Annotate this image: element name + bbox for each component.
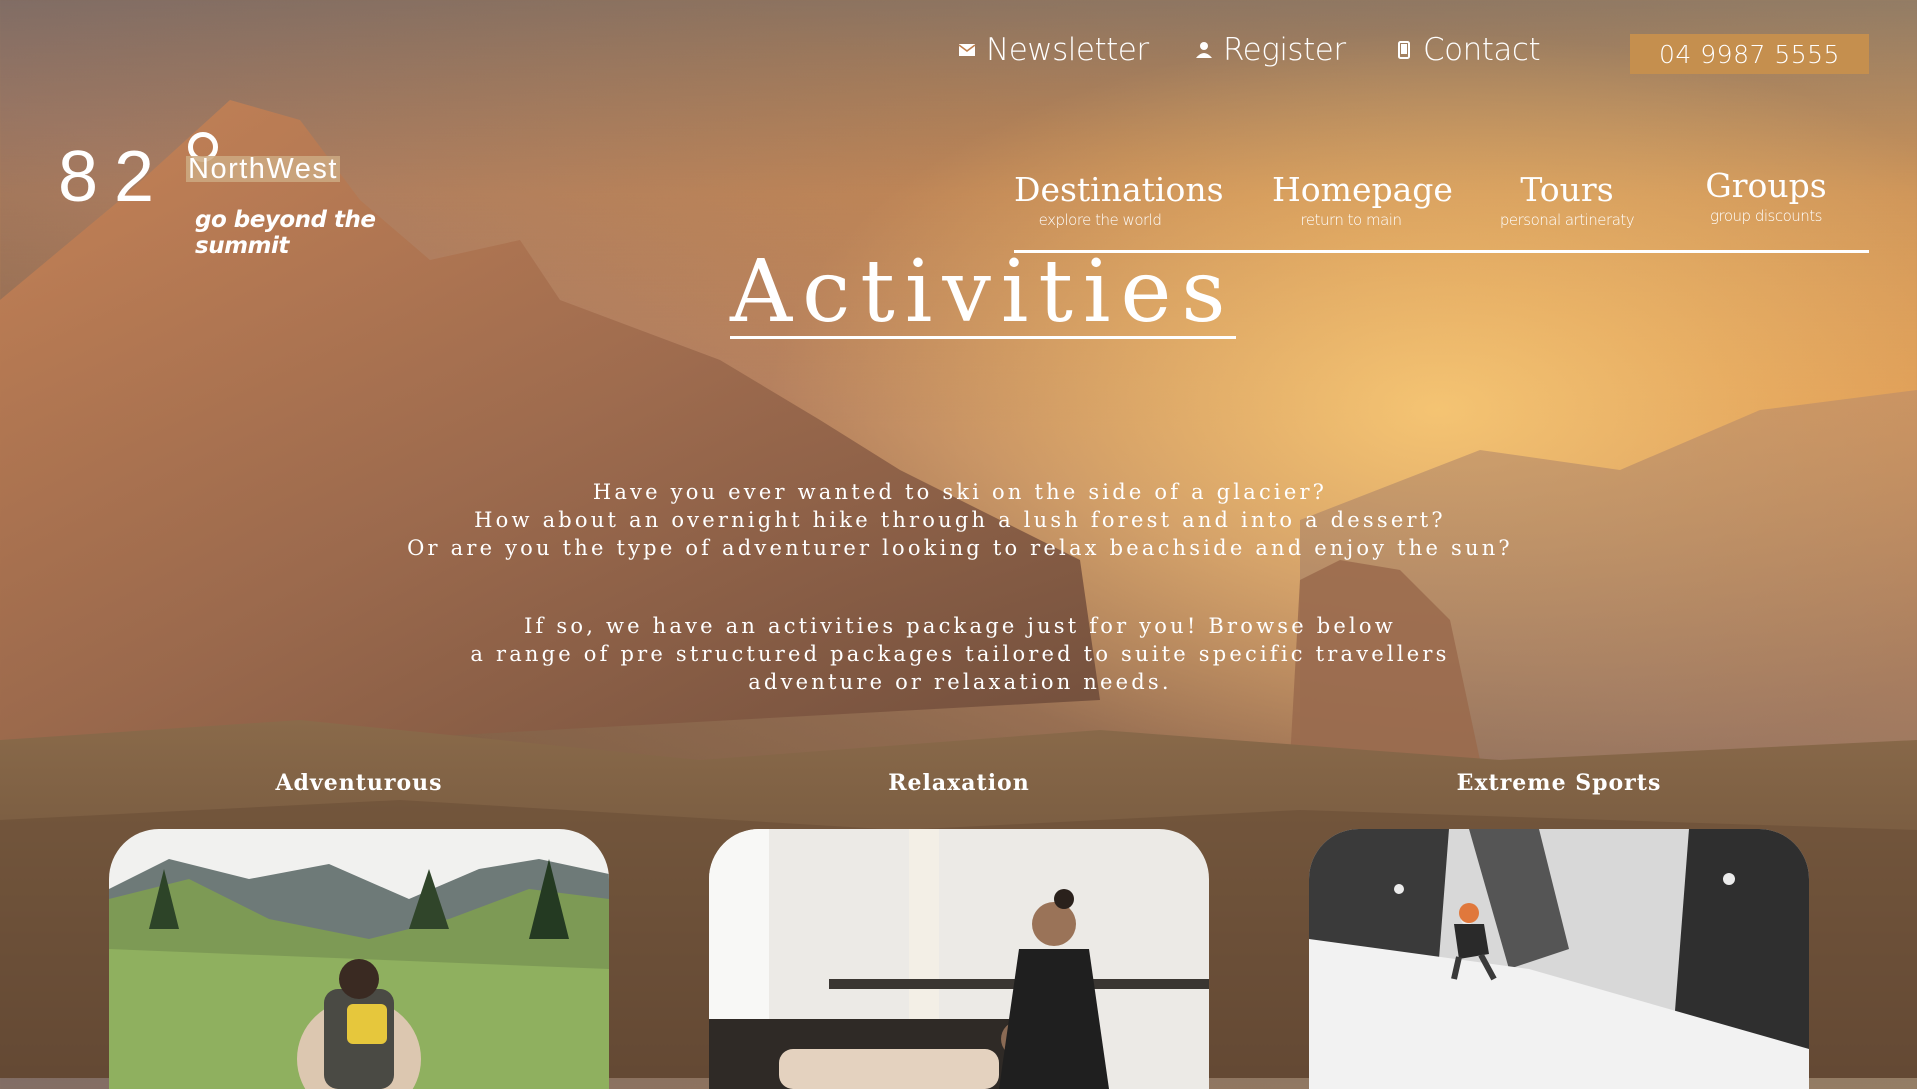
nav-homepage-title: Homepage: [1272, 170, 1453, 209]
nav-tours-title: Tours: [1520, 170, 1614, 209]
nav-destinations-title: Destinations: [1014, 170, 1224, 209]
logo-number: 82: [58, 137, 171, 217]
nav-homepage-subtitle: return to main: [1300, 211, 1402, 229]
hiker-image: [109, 829, 609, 1089]
relaxation-card[interactable]: [709, 829, 1209, 1089]
newsletter-label: Newsletter: [986, 32, 1149, 68]
nav-groups-subtitle: group discounts: [1710, 207, 1822, 225]
main-nav: Destinations explore the world Homepage …: [1014, 166, 1869, 253]
person-icon: [1196, 42, 1212, 58]
logo-tagline: go beyond the summit: [195, 207, 376, 259]
massage-image: [709, 829, 1209, 1089]
package-text: If so, we have an activities package jus…: [300, 612, 1620, 696]
intro-line: Have you ever wanted to ski on the side …: [592, 480, 1328, 504]
extreme-sports-card[interactable]: [1309, 829, 1809, 1089]
adventurous-card[interactable]: [109, 829, 609, 1089]
nav-homepage[interactable]: Homepage return to main: [1272, 170, 1453, 229]
phone-icon: [1398, 41, 1410, 59]
nav-groups-title: Groups: [1705, 166, 1827, 205]
logo-name: NorthWest: [186, 156, 340, 182]
contact-link[interactable]: Contact: [1395, 32, 1541, 68]
nav-tours-subtitle: personal artineraty: [1499, 211, 1635, 229]
phone-number[interactable]: 04 9987 5555: [1630, 34, 1869, 74]
envelope-icon: [958, 44, 976, 56]
register-label: Register: [1223, 32, 1346, 68]
package-line: If so, we have an activities package jus…: [524, 614, 1396, 638]
package-line: adventure or relaxation needs.: [748, 670, 1172, 694]
category-adventurous-title: Adventurous: [275, 770, 443, 796]
page-title: Activities: [730, 242, 1236, 342]
category-extreme-sports-title: Extreme Sports: [1456, 770, 1662, 796]
newsletter-link[interactable]: Newsletter: [958, 32, 1149, 68]
intro-line: How about an overnight hike through a lu…: [474, 508, 1446, 532]
contact-label: Contact: [1423, 32, 1541, 68]
nav-groups[interactable]: Groups group discounts: [1686, 166, 1846, 225]
nav-destinations-subtitle: explore the world: [1038, 211, 1162, 229]
register-link[interactable]: Register: [1195, 32, 1346, 68]
nav-destinations[interactable]: Destinations explore the world: [1014, 170, 1224, 229]
nav-tours[interactable]: Tours personal artineraty: [1492, 170, 1642, 229]
site-logo[interactable]: 82 NorthWest go beyond the summit: [58, 128, 458, 259]
intro-line: Or are you the type of adventurer lookin…: [407, 536, 1513, 560]
skier-image: [1309, 829, 1809, 1089]
package-line: a range of pre structured packages tailo…: [470, 642, 1450, 666]
intro-text: Have you ever wanted to ski on the side …: [300, 478, 1620, 562]
category-relaxation-title: Relaxation: [888, 770, 1030, 796]
